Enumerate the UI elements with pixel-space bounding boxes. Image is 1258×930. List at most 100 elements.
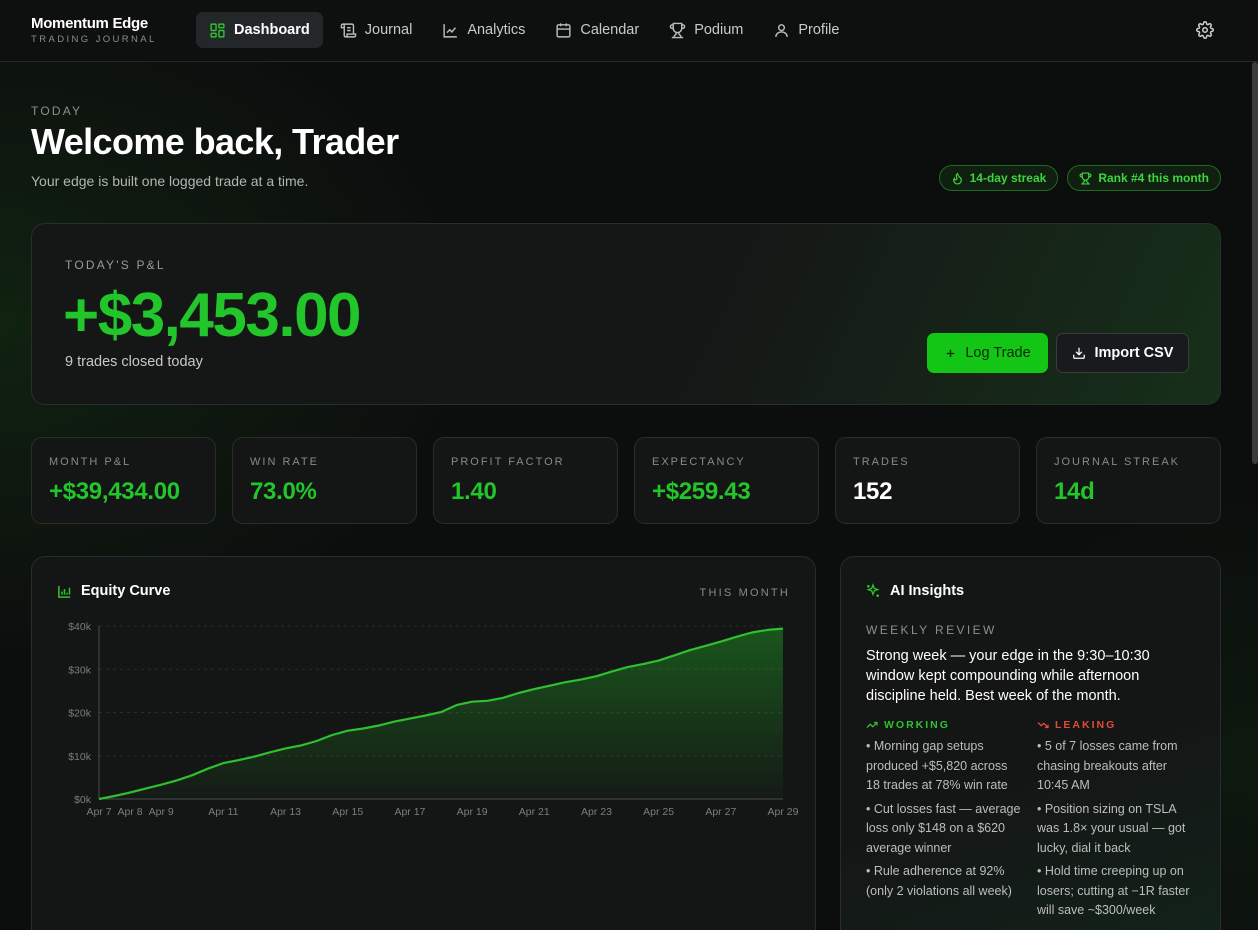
working-heading: WORKING [866,717,1022,733]
trophy-icon [1079,171,1092,185]
nav-item-calendar[interactable]: Calendar [542,12,652,48]
nav-item-podium[interactable]: Podium [656,12,756,48]
nav-label: Podium [694,22,744,38]
stat-value: 73.0% [250,478,317,505]
import-csv-label: Import CSV [1094,345,1174,361]
brand-name: Momentum Edge [31,15,148,32]
x-tick-label: Apr 25 [643,806,674,818]
stat-label: PROFIT FACTOR [451,456,565,468]
weekly-review-kicker: WEEKLY REVIEW [866,623,997,637]
calendar-icon [556,22,571,38]
trophy-icon [669,22,686,38]
x-tick-label: Apr 15 [332,806,363,818]
nav-label: Dashboard [234,22,310,38]
x-tick-label: Apr 8 [118,806,143,818]
page-tagline: Your edge is built one logged trade at a… [31,173,309,189]
equity-curve-card: Equity Curve THIS MONTH $0k $10k $20k $30k $… [31,556,816,930]
stat-value: +$39,434.00 [49,478,180,505]
working-list: • Morning gap setups produced +$5,820 ac… [866,737,1022,901]
badge-label: Rank #4 this month [1098,171,1209,185]
ai-title: AI Insights [865,583,964,599]
stat-value: 1.40 [451,478,497,505]
y-tick-label: $30k [68,664,92,676]
today-pnl-card: TODAY'S P&L +$3,453.00 9 trades closed t… [31,223,1221,405]
nav-item-journal[interactable]: Journal [327,12,426,48]
x-tick-label: Apr 29 [768,806,799,818]
stat-journal-streak: JOURNAL STREAK 14d [1036,437,1221,524]
y-tick-label: $10k [68,751,92,763]
log-trade-button[interactable]: Log Trade [927,333,1048,373]
rank-badge: Rank #4 this month [1067,165,1221,191]
list-item: • Cut losses fast — average loss only $1… [866,801,1021,855]
nav-item-dashboard[interactable]: Dashboard [196,12,323,48]
line-chart-icon [443,23,458,38]
x-tick-label: Apr 13 [270,806,301,818]
page-title: Welcome back, Trader [31,121,399,162]
nav-label: Journal [364,22,413,38]
stat-value: 152 [853,478,893,505]
nav-label: Analytics [467,22,526,38]
working-label: WORKING [884,719,950,731]
y-tick-label: $20k [68,708,92,720]
log-trade-label: Log Trade [965,345,1031,361]
nav-label: Profile [798,22,840,38]
stat-expectancy: EXPECTANCY +$259.43 [634,437,819,524]
pnl-value: +$3,453.00 [63,281,362,350]
equity-chart[interactable]: $0k $10k $20k $30k $40k Apr 7 Apr 8 Apr 9 Apr 1… [32,557,817,930]
nav-items: Dashboard Journal Analytics Calendar Pod… [196,12,852,48]
nav-item-profile[interactable]: Profile [760,12,852,48]
top-nav: Momentum Edge TRADING JOURNAL Dashboard … [0,0,1258,62]
stat-win-rate: WIN RATE 73.0% [232,437,417,524]
pnl-label: TODAY'S P&L [65,258,166,272]
x-tick-label: Apr 19 [457,806,488,818]
x-tick-label: Apr 23 [581,806,612,818]
gear-icon[interactable] [1196,21,1214,39]
badge-label: 14-day streak [969,171,1047,185]
stat-label: JOURNAL STREAK [1054,456,1181,468]
y-tick-label: $40k [68,621,92,633]
stat-profit-factor: PROFIT FACTOR 1.40 [433,437,618,524]
y-tick-label: $0k [74,794,92,806]
import-csv-button[interactable]: Import CSV [1056,333,1189,373]
x-tick-label: Apr 21 [519,806,550,818]
brand[interactable]: Momentum Edge TRADING JOURNAL [31,15,157,45]
stat-label: TRADES [853,456,910,468]
leaking-column: LEAKING • 5 of 7 losses came from chasin… [1037,717,1193,925]
scroll-icon [340,22,357,38]
user-icon [775,23,789,37]
leaking-list: • 5 of 7 losses came from chasing breako… [1037,737,1193,921]
working-column: WORKING • Morning gap setups produced +$… [866,717,1022,905]
list-item: • Morning gap setups produced +$5,820 ac… [866,739,1008,792]
leaking-heading: LEAKING [1037,717,1193,733]
grid-icon [210,22,225,38]
stat-label: EXPECTANCY [652,456,746,468]
ai-title-label: AI Insights [890,583,965,599]
list-item: • Rule adherence at 92% (only 2 violatio… [866,864,1012,898]
today-kicker: TODAY [31,104,83,118]
pnl-trades-count: 9 trades closed today [65,354,203,370]
ai-insights-card: AI Insights WEEKLY REVIEW Strong week — … [840,556,1221,930]
download-icon [1072,347,1085,359]
sparkles-icon [866,583,880,597]
nav-item-analytics[interactable]: Analytics [429,12,538,48]
list-item: • 5 of 7 losses came from chasing breako… [1037,739,1178,792]
x-tick-label: Apr 7 [86,806,111,818]
trending-down-icon [1037,722,1049,729]
streak-badge: 14-day streak [938,165,1059,191]
x-tick-label: Apr 27 [705,806,736,818]
flame-icon [952,171,962,185]
page-scrollbar[interactable] [1252,62,1258,464]
stat-trades: TRADES 152 [835,437,1020,524]
leaking-label: LEAKING [1055,719,1117,731]
stat-value: +$259.43 [652,478,751,505]
trending-up-icon [866,721,878,728]
nav-label: Calendar [580,22,640,38]
list-item: • Position sizing on TSLA was 1.8× your … [1037,801,1186,855]
x-tick-label: Apr 9 [149,806,174,818]
stat-month-pnl: MONTH P&L +$39,434.00 [31,437,216,524]
stat-label: WIN RATE [250,456,319,468]
x-tick-label: Apr 11 [208,806,238,818]
header-badges: 14-day streak Rank #4 this month [938,165,1221,191]
list-item: • Hold time creeping up on losers; cutti… [1037,864,1190,917]
stat-label: MONTH P&L [49,456,132,468]
